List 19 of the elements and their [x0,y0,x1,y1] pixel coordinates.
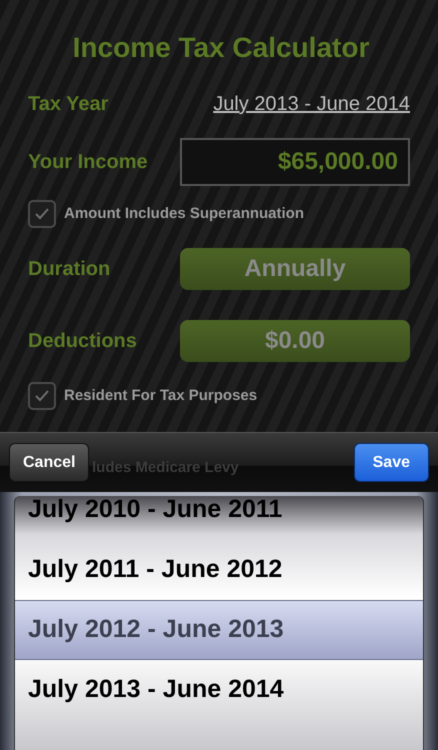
picker-row[interactable]: July 2011 - June 2012 [15,540,423,600]
picker-row[interactable]: July 2010 - June 2011 [15,496,423,540]
checkbox[interactable] [28,200,56,228]
tax-year-link[interactable]: July 2013 - June 2014 [213,89,410,119]
save-button[interactable]: Save [354,443,429,482]
cancel-button[interactable]: Cancel [9,443,90,482]
field-label: Duration [28,257,110,282]
checkbox[interactable] [28,382,56,410]
income-field[interactable]: $65,000.00 [180,138,410,186]
field-label: Deductions [28,329,137,354]
checkbox-label: Resident For Tax Purposes [64,386,258,406]
field-label: Your Income [28,150,148,175]
checkbox-label: Amount Includes Superannuation [64,204,304,224]
picker-row[interactable]: July 2012 - June 2013 [15,600,423,660]
app-title: Income Tax Calculator [72,31,370,65]
picker-row[interactable]: July 2013 - June 2014 [15,660,423,720]
checkmark-icon [34,389,50,403]
field-label: Tax Year [28,92,108,117]
checkmark-icon [34,207,50,221]
